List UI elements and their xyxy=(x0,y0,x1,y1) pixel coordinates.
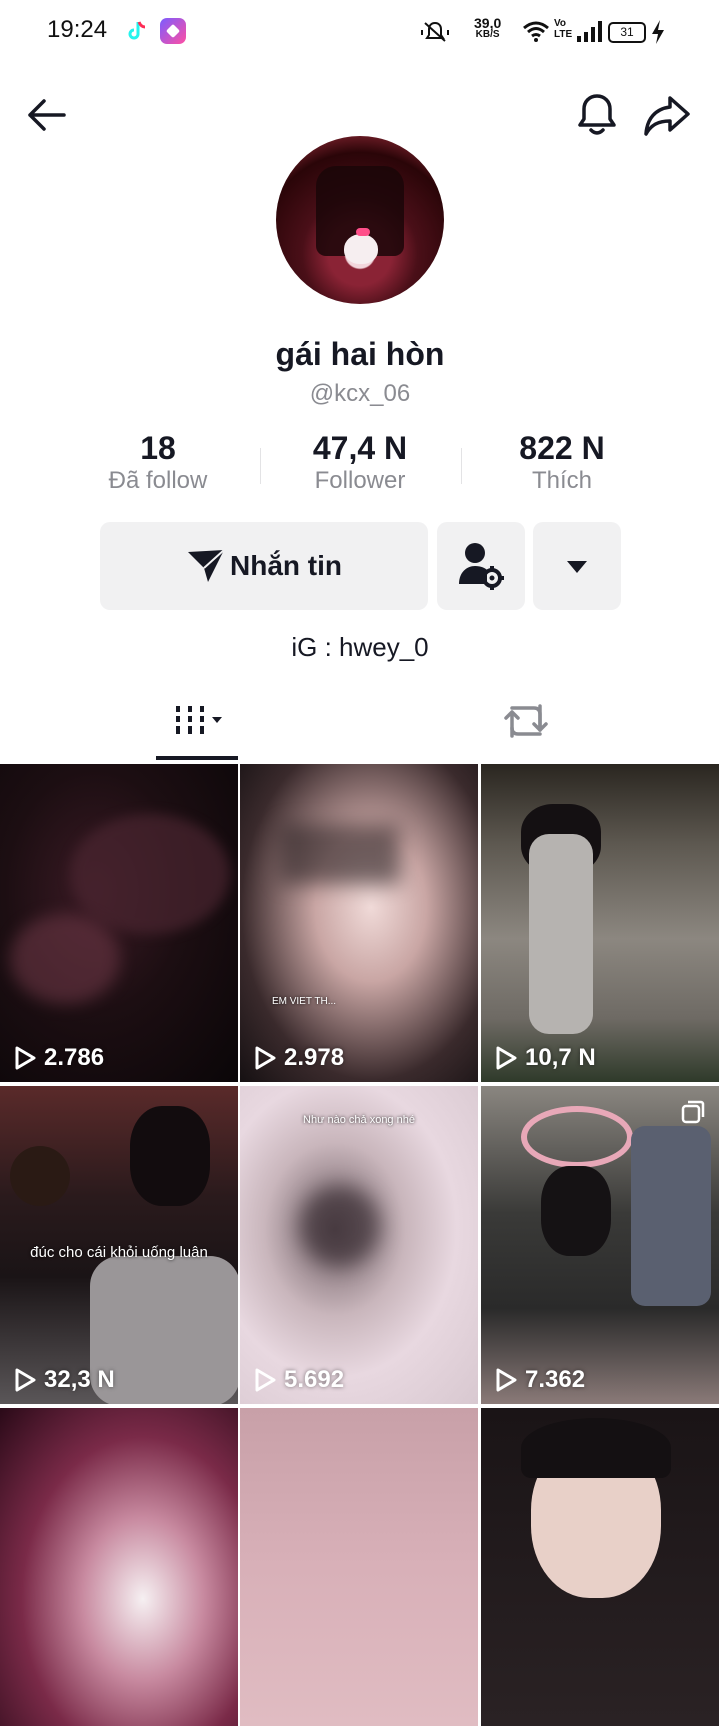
arrow-left-icon xyxy=(28,99,66,131)
video-tile[interactable]: EM VIET TH... 2.978 xyxy=(240,764,478,1082)
stat-followers-label: Follower xyxy=(314,467,406,494)
view-count: 32,3 N xyxy=(12,1366,115,1394)
more-options-button[interactable] xyxy=(533,522,621,610)
share-arrow-icon xyxy=(644,96,690,136)
video-caption: Như nào chả xong nhé xyxy=(303,1114,415,1126)
bio-text: iG : hwey_0 xyxy=(291,632,429,662)
view-count-value: 10,7 N xyxy=(525,1044,596,1071)
stat-divider xyxy=(461,448,462,484)
video-tile[interactable] xyxy=(481,1408,719,1726)
profile-avatar[interactable] xyxy=(276,136,444,304)
play-icon xyxy=(255,1368,276,1392)
play-icon xyxy=(15,1046,36,1070)
video-tile[interactable]: đúc cho cái khỏi uống luân 32,3 N xyxy=(0,1086,238,1404)
avatar-cat-art xyxy=(344,234,378,264)
video-thumb-figure xyxy=(541,1166,611,1256)
multi-photo-icon xyxy=(681,1100,705,1124)
volte-label: Vo LTE xyxy=(554,18,573,40)
wifi-icon xyxy=(523,21,549,42)
stat-likes-value: 822 N xyxy=(519,430,605,466)
video-thumb-blur xyxy=(10,914,120,1004)
send-icon xyxy=(188,549,225,582)
video-thumb-figure xyxy=(521,1418,671,1478)
user-settings-icon xyxy=(459,543,504,590)
view-count: 2.786 xyxy=(12,1044,104,1072)
video-thumb-figure xyxy=(10,1146,70,1206)
video-tile[interactable]: 7.362 xyxy=(481,1086,719,1404)
username: @kcx_06 xyxy=(309,380,411,407)
friend-settings-button[interactable] xyxy=(437,522,525,610)
video-thumb-blur xyxy=(300,1186,380,1266)
active-tab-indicator xyxy=(156,756,238,760)
mute-vibrate-icon xyxy=(421,21,449,42)
video-thumb-figure xyxy=(521,1106,633,1168)
tab-reposts[interactable] xyxy=(500,696,552,762)
signal-icon xyxy=(577,21,602,42)
stat-followers-value: 47,4 N xyxy=(312,430,408,466)
status-right: 39,0 KB/S Vo LTE 31 xyxy=(400,14,720,50)
stat-following-value: 18 xyxy=(140,430,176,466)
caret-down-icon xyxy=(567,561,587,573)
view-count: 5.692 xyxy=(252,1366,344,1394)
video-thumb-figure xyxy=(130,1106,210,1206)
video-tile[interactable] xyxy=(0,1408,238,1726)
status-bar: 19:24 39,0 KB/S Vo LTE 31 xyxy=(0,0,720,64)
view-count-value: 2.786 xyxy=(44,1044,105,1071)
video-caption: EM VIET TH... xyxy=(271,996,337,1007)
video-thumb-blur xyxy=(70,814,230,934)
stat-likes[interactable]: 822 N Thích xyxy=(472,430,652,496)
video-caption: đúc cho cái khỏi uống luân xyxy=(30,1244,208,1261)
notification-button[interactable] xyxy=(574,90,620,140)
share-button[interactable] xyxy=(642,92,692,138)
network-speed-unit: KB/S xyxy=(475,29,500,40)
back-button[interactable] xyxy=(24,92,70,138)
repost-icon xyxy=(504,704,548,738)
video-thumb-blur xyxy=(280,824,400,884)
view-count: 2.978 xyxy=(252,1044,344,1072)
play-icon xyxy=(255,1046,276,1070)
charging-icon xyxy=(652,20,664,44)
message-button-label: Nhắn tin xyxy=(230,550,342,581)
status-time: 19:24 xyxy=(47,16,108,43)
play-icon xyxy=(15,1368,36,1392)
grid-sort-icon xyxy=(176,706,222,734)
display-name: gái hai hòn xyxy=(275,336,445,372)
video-tile[interactable]: 10,7 N xyxy=(481,764,719,1082)
stat-divider xyxy=(260,448,261,484)
message-button[interactable]: Nhắn tin xyxy=(100,522,428,610)
play-icon xyxy=(496,1368,517,1392)
network-speed-value: 39,0 xyxy=(474,15,502,31)
avatar-bow-art xyxy=(356,228,370,236)
video-thumb-figure xyxy=(529,834,593,1034)
tab-videos[interactable] xyxy=(156,696,238,762)
view-count: 10,7 N xyxy=(493,1044,596,1072)
video-thumb-figure xyxy=(631,1126,711,1306)
shortcut-app-icon xyxy=(160,18,186,44)
stat-followers[interactable]: 47,4 N Follower xyxy=(270,430,450,496)
network-speed: 39,0 KB/S xyxy=(474,15,502,40)
stat-likes-label: Thích xyxy=(531,467,593,494)
view-count: 7.362 xyxy=(493,1366,585,1394)
tiktok-icon xyxy=(124,18,150,44)
view-count-value: 7.362 xyxy=(525,1366,586,1393)
video-tile[interactable] xyxy=(240,1408,478,1726)
play-icon xyxy=(496,1046,517,1070)
stat-following[interactable]: 18 Đã follow xyxy=(68,430,248,496)
bell-icon xyxy=(578,94,616,135)
view-count-value: 32,3 N xyxy=(44,1366,115,1393)
view-count-value: 2.978 xyxy=(284,1044,345,1071)
video-tile[interactable]: Như nào chả xong nhé 5.692 xyxy=(240,1086,478,1404)
video-tile[interactable]: 2.786 xyxy=(0,764,238,1082)
stat-following-label: Đã follow xyxy=(108,467,208,494)
battery-indicator: 31 xyxy=(608,22,646,43)
view-count-value: 5.692 xyxy=(284,1366,345,1393)
